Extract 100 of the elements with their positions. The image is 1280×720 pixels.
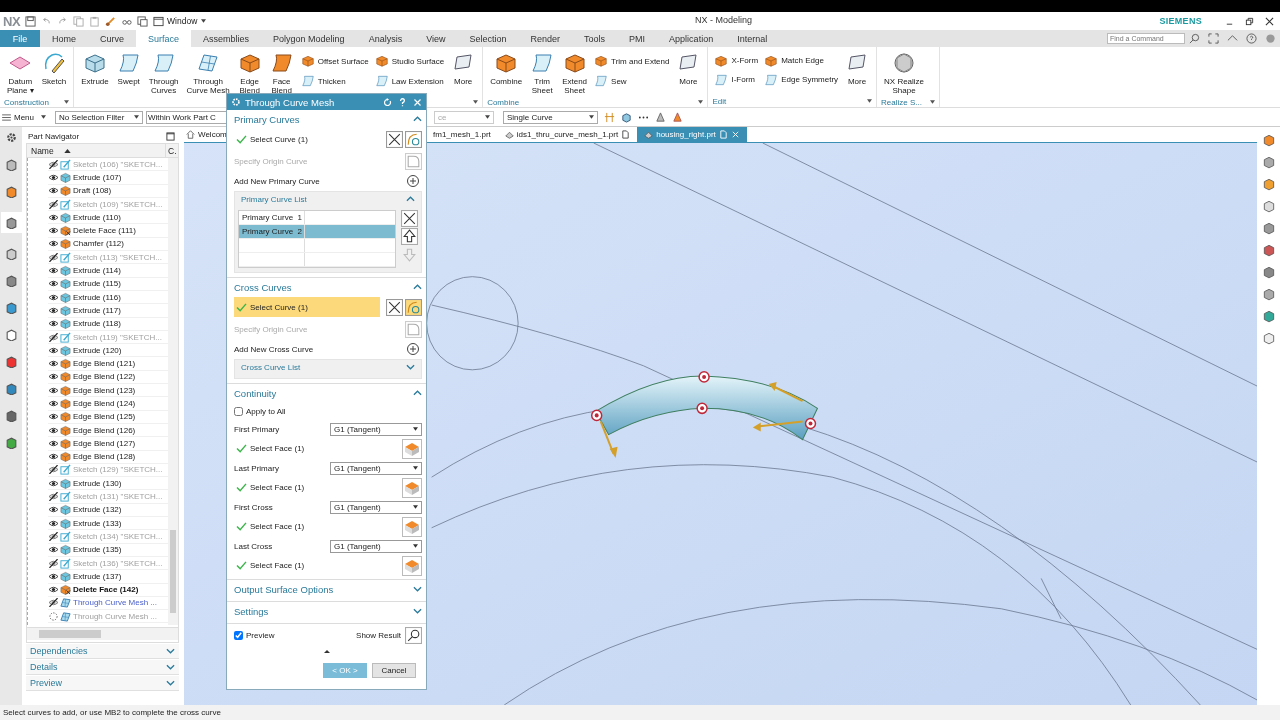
selection-step[interactable]: Select Curve (1) bbox=[234, 129, 380, 149]
scrollbar[interactable] bbox=[168, 158, 178, 625]
eye-icon[interactable] bbox=[48, 545, 59, 555]
selection-step[interactable]: Select Face (1) bbox=[234, 477, 398, 498]
ribbon-tab[interactable]: Render bbox=[518, 30, 573, 47]
ribbon-button[interactable]: Trim Sheet bbox=[527, 49, 558, 97]
tree-item[interactable]: Extrude (110) bbox=[48, 211, 168, 225]
tree-item[interactable]: Extrude (118) bbox=[48, 317, 168, 331]
add-icon[interactable] bbox=[406, 342, 420, 356]
eye-icon[interactable] bbox=[48, 172, 59, 182]
ribbon-tab[interactable]: Curve bbox=[88, 30, 137, 47]
ribbon-tab[interactable]: Selection bbox=[457, 30, 519, 47]
scrollbar[interactable] bbox=[27, 627, 178, 640]
tree-item[interactable]: Extrude (116) bbox=[48, 290, 168, 305]
tree-item[interactable]: Edge Blend (126) bbox=[48, 423, 168, 438]
ribbon-button[interactable]: Thicken bbox=[300, 74, 369, 88]
filter-dropdown[interactable]: Single Curve bbox=[503, 110, 598, 124]
hidden-eye-icon[interactable] bbox=[48, 492, 59, 502]
tree-item[interactable]: Extrude (107) bbox=[48, 171, 168, 185]
ribbon-button[interactable]: Law Extension bbox=[374, 74, 445, 88]
navigator-tab-icon[interactable] bbox=[4, 274, 18, 287]
eye-icon[interactable] bbox=[48, 226, 59, 236]
caret-icon[interactable] bbox=[64, 100, 70, 104]
document-tab[interactable]: Welcom bbox=[184, 127, 230, 142]
view-tool-icon[interactable] bbox=[1261, 265, 1276, 279]
continuity-dropdown[interactable]: G1 (Tangent) bbox=[330, 500, 422, 514]
ribbon-button[interactable]: Edge Symmetry bbox=[764, 72, 839, 87]
navigator-tab-icon[interactable] bbox=[4, 436, 18, 449]
view-tool-icon[interactable] bbox=[1261, 287, 1276, 301]
eye-icon[interactable] bbox=[48, 305, 59, 315]
eye-icon[interactable] bbox=[48, 399, 59, 408]
cube-icon[interactable] bbox=[621, 111, 632, 123]
fullscreen-icon[interactable] bbox=[1208, 33, 1219, 44]
reset-icon[interactable] bbox=[383, 97, 392, 107]
ribbon-button[interactable]: Face Blend bbox=[266, 49, 297, 97]
window-menu[interactable]: Window bbox=[153, 15, 207, 27]
filter-dropdown[interactable]: No Selection Filter bbox=[55, 110, 143, 124]
checkbox[interactable] bbox=[234, 406, 243, 416]
tree-item[interactable]: Extrude (132) bbox=[48, 503, 168, 517]
hidden-eye-icon[interactable] bbox=[48, 252, 59, 262]
curve-rule-icon[interactable] bbox=[386, 130, 403, 148]
hidden-eye-icon[interactable] bbox=[48, 558, 59, 568]
ribbon-button[interactable]: Offset Surface bbox=[300, 54, 369, 68]
curve-rule-icon[interactable] bbox=[386, 298, 403, 316]
caret-icon[interactable] bbox=[473, 100, 479, 104]
eye-icon[interactable] bbox=[48, 452, 59, 462]
help-icon[interactable] bbox=[1246, 33, 1257, 44]
eye-icon[interactable] bbox=[48, 372, 59, 382]
add-icon[interactable] bbox=[406, 174, 420, 188]
tree-item[interactable]: Extrude (135) bbox=[48, 543, 168, 557]
help-icon[interactable] bbox=[398, 97, 407, 107]
tree-item[interactable]: Extrude (117) bbox=[48, 304, 168, 318]
tree-item[interactable]: Extrude (130) bbox=[48, 477, 168, 491]
eye-icon[interactable] bbox=[48, 345, 59, 355]
ribbon-button[interactable]: Through Curve Mesh bbox=[183, 49, 233, 97]
eye-icon[interactable] bbox=[48, 266, 59, 275]
curve-select-icon[interactable] bbox=[405, 130, 422, 148]
navigator-tab-icon[interactable] bbox=[4, 328, 18, 341]
ribbon-tab[interactable]: Assemblies bbox=[191, 30, 262, 47]
tree-item[interactable]: Delete Face (111) bbox=[48, 224, 168, 238]
hidden-eye-icon[interactable] bbox=[48, 199, 59, 209]
navigator-tab-icon[interactable] bbox=[4, 355, 18, 368]
continuity-dropdown[interactable]: G1 (Tangent) bbox=[330, 539, 422, 553]
selection-step[interactable]: Select Curve (1) bbox=[234, 297, 380, 317]
list-header[interactable]: Primary Curve List bbox=[238, 192, 418, 206]
tree-item[interactable]: Edge Blend (121) bbox=[48, 357, 168, 371]
ribbon-tab[interactable]: Analysis bbox=[356, 30, 415, 47]
ribbon-button[interactable]: Studio Surface bbox=[374, 54, 445, 68]
cone-icon[interactable] bbox=[672, 111, 683, 123]
view-tool-icon[interactable] bbox=[1261, 155, 1276, 169]
caret-icon[interactable] bbox=[929, 100, 935, 104]
eye-icon[interactable] bbox=[48, 571, 59, 581]
document-tab[interactable]: fm1_mesh_1.prt bbox=[426, 127, 498, 142]
selection-step[interactable]: Select Face (1) bbox=[234, 516, 398, 537]
point-marker[interactable] bbox=[804, 417, 817, 430]
brush-icon[interactable] bbox=[105, 15, 117, 27]
navigator-tab-icon[interactable] bbox=[4, 301, 18, 314]
collapsible-panel[interactable]: Dependencies bbox=[26, 644, 179, 659]
column-header[interactable]: Name bbox=[27, 144, 166, 157]
ribbon-button[interactable]: Sketch bbox=[38, 49, 70, 97]
ribbon-tab[interactable]: Tools bbox=[572, 30, 618, 47]
eye-icon[interactable] bbox=[48, 212, 59, 222]
tree-item[interactable]: Edge Blend (122) bbox=[48, 370, 168, 385]
list-header[interactable]: Cross Curve List bbox=[238, 360, 418, 374]
view-tool-icon[interactable] bbox=[1261, 221, 1276, 235]
point-marker[interactable] bbox=[696, 402, 708, 415]
tree-item[interactable]: Edge Blend (125) bbox=[48, 410, 168, 424]
collapsible-panel[interactable]: Preview bbox=[26, 676, 179, 691]
navigator-tab-icon[interactable] bbox=[4, 247, 18, 260]
ribbon-button[interactable]: More bbox=[842, 49, 873, 95]
collapse-icon[interactable] bbox=[1227, 33, 1238, 44]
hidden-eye-icon[interactable] bbox=[48, 159, 59, 169]
eye-icon[interactable] bbox=[48, 412, 59, 422]
ribbon-button[interactable]: Datum Plane ▾ bbox=[4, 49, 37, 97]
eye-icon[interactable] bbox=[48, 478, 59, 488]
section-header[interactable]: Settings bbox=[234, 602, 422, 620]
view-tool-icon[interactable] bbox=[1261, 309, 1276, 323]
view-tool-icon[interactable] bbox=[1261, 331, 1276, 345]
eye-icon[interactable] bbox=[48, 438, 59, 448]
hidden-eye-icon[interactable] bbox=[48, 332, 59, 342]
